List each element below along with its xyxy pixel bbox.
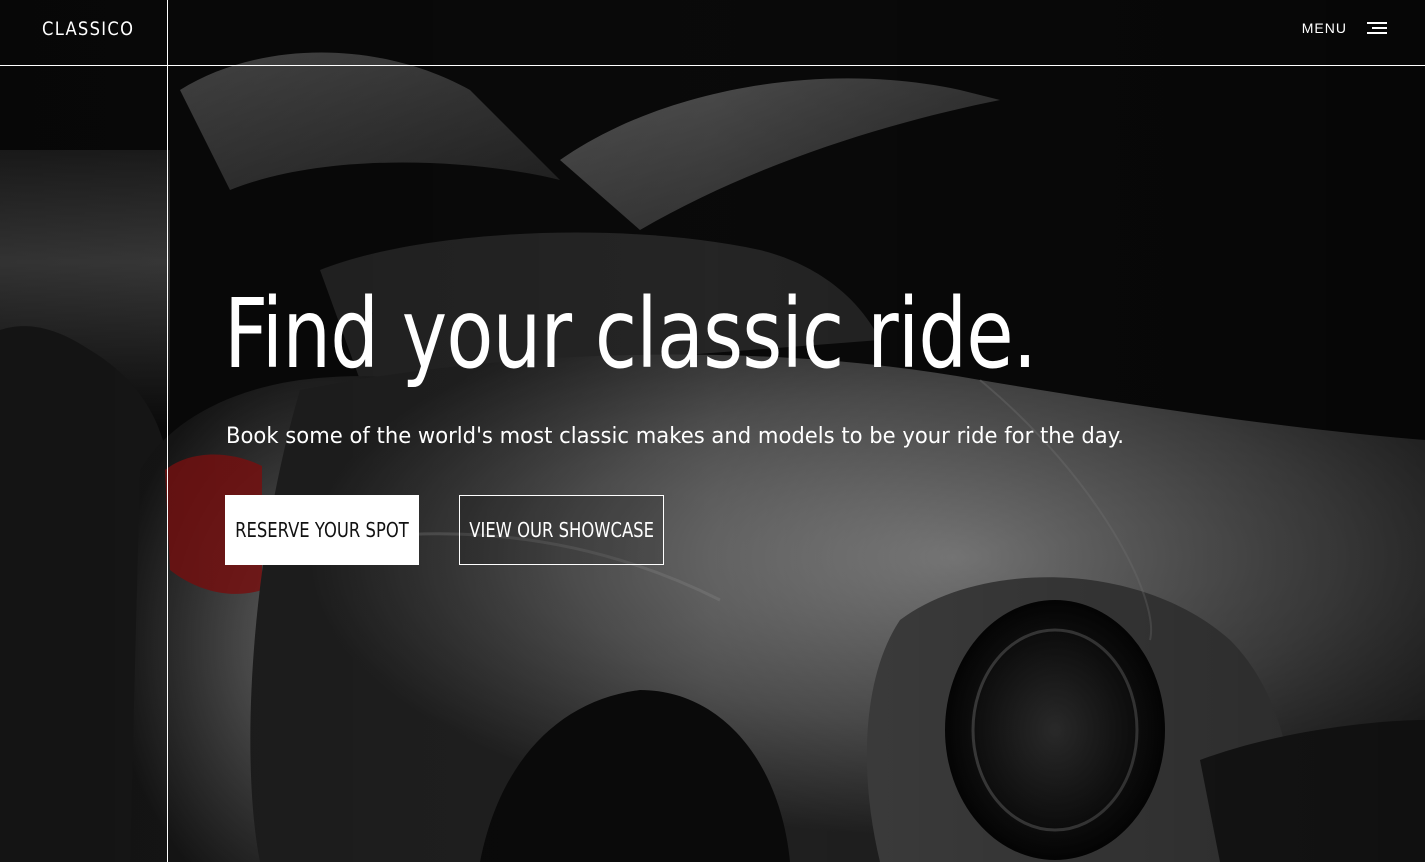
hero-subheadline: Book some of the world's most classic ma… [226,424,1124,449]
hero-section: CLASSICO MENU Find your classic ride. Bo… [0,0,1425,862]
site-logo[interactable]: CLASSICO [42,18,134,40]
sidebar-divider-line [167,0,168,862]
hero-headline: Find your classic ride. [224,278,1037,390]
header-divider-line [0,65,1425,66]
menu-label[interactable]: MENU [1302,20,1347,36]
reserve-your-spot-button[interactable]: RESERVE YOUR SPOT [225,495,419,565]
view-our-showcase-label: VIEW OUR SHOWCASE [469,518,654,542]
view-our-showcase-button[interactable]: VIEW OUR SHOWCASE [459,495,664,565]
reserve-your-spot-label: RESERVE YOUR SPOT [235,518,409,542]
hamburger-menu-icon[interactable] [1367,20,1387,36]
menu-button[interactable]: MENU [1302,20,1387,36]
